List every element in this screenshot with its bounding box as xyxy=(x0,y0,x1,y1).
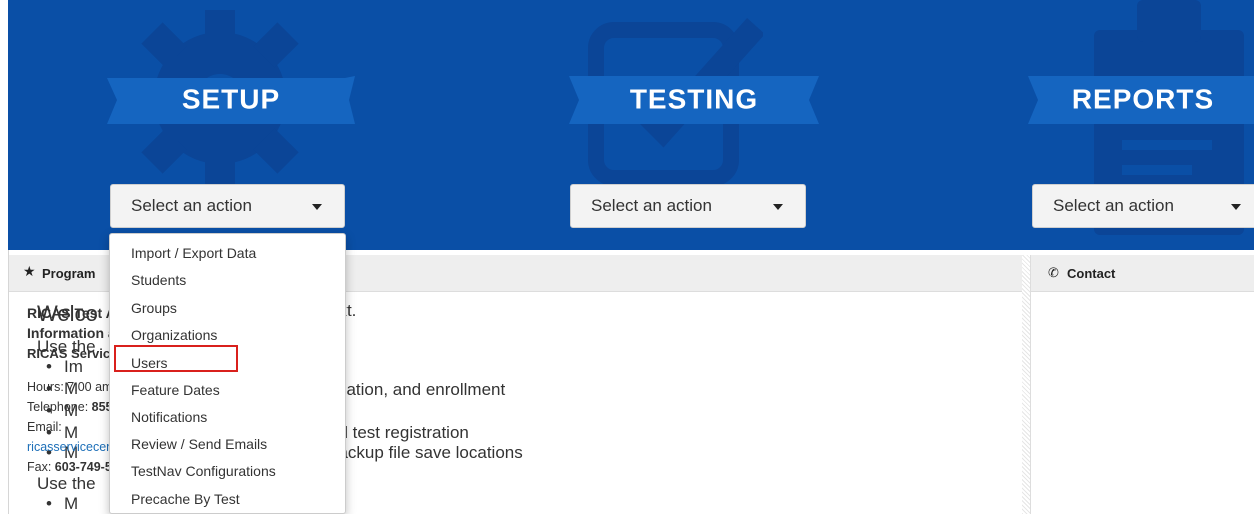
menu-item-organizations[interactable]: Organizations xyxy=(131,327,217,343)
menu-item-review-send-emails[interactable]: Review / Send Emails xyxy=(131,436,267,452)
fax-label: Fax: xyxy=(27,460,55,474)
contact-panel: ✆ Contact xyxy=(1030,255,1254,514)
star-icon: ★ xyxy=(23,263,36,279)
chevron-down-icon xyxy=(312,204,322,210)
list-item: M xyxy=(64,494,79,513)
reports-action-select[interactable]: Select an action xyxy=(1032,184,1254,228)
intro-line: Use the xyxy=(37,474,96,493)
testing-ribbon: TESTING xyxy=(569,75,819,125)
list-item-tail: nd test registration xyxy=(329,423,469,442)
testing-action-select[interactable]: Select an action xyxy=(570,184,806,228)
phone-icon: ✆ xyxy=(1048,265,1059,280)
contact-panel-header: ✆ Contact xyxy=(1031,255,1254,292)
setup-action-select[interactable]: Select an action xyxy=(110,184,345,228)
testing-title: TESTING xyxy=(629,83,759,115)
setup-ribbon: SETUP xyxy=(107,75,355,125)
telephone-label: Telephone: xyxy=(27,400,92,414)
menu-item-students[interactable]: Students xyxy=(131,272,186,288)
reports-ribbon: REPORTS xyxy=(1028,75,1254,125)
menu-item-testnav-configurations[interactable]: TestNav Configurations xyxy=(131,463,276,479)
menu-item-feature-dates[interactable]: Feature Dates xyxy=(131,382,220,398)
bullet-marker: • xyxy=(46,494,52,513)
menu-item-import-export-data[interactable]: Import / Export Data xyxy=(131,245,256,261)
panel-divider xyxy=(1022,255,1030,514)
list-item-tail: backup file save locations xyxy=(329,443,523,462)
users-highlight-box xyxy=(114,345,238,372)
setup-select-label: Select an action xyxy=(131,196,252,215)
contact-panel-title: Contact xyxy=(1067,266,1116,281)
chevron-down-icon xyxy=(1231,204,1241,210)
menu-item-notifications[interactable]: Notifications xyxy=(131,409,207,425)
action-banner: SETUP TESTING REPORTS Select an action S… xyxy=(8,0,1254,250)
chevron-down-icon xyxy=(773,204,783,210)
setup-title: SETUP xyxy=(181,83,281,115)
contact-email-label: Email: xyxy=(27,420,62,434)
reports-title: REPORTS xyxy=(1071,83,1215,115)
list-item-tail: pation, and enrollment xyxy=(337,380,506,399)
menu-item-precache-by-test[interactable]: Precache By Test xyxy=(131,491,240,507)
reports-select-label: Select an action xyxy=(1053,196,1174,215)
program-panel-title: Program xyxy=(42,266,96,281)
testing-select-label: Select an action xyxy=(591,196,712,215)
menu-item-groups[interactable]: Groups xyxy=(131,300,177,316)
setup-action-menu: Import / Export Data Students Groups Org… xyxy=(109,233,346,514)
